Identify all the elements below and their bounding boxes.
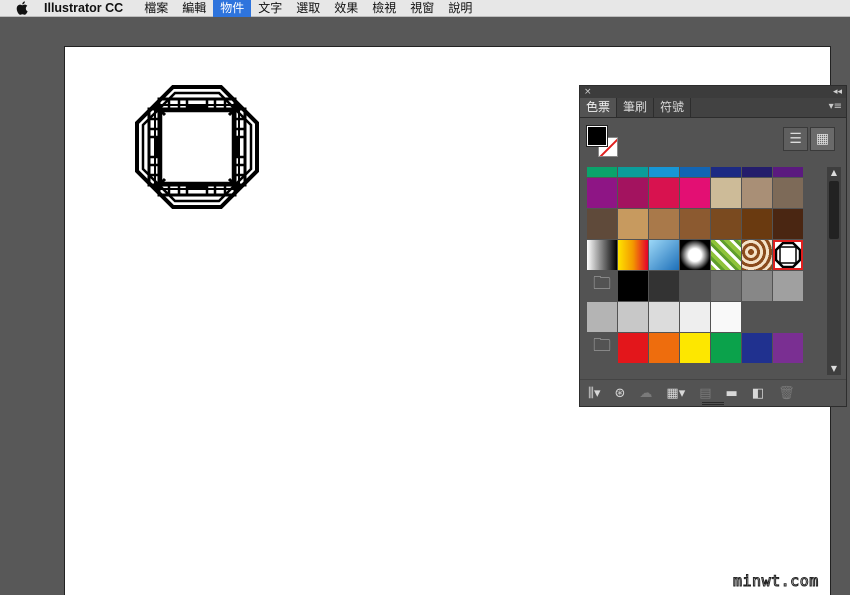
swatch[interactable] bbox=[773, 209, 803, 239]
scroll-up-icon[interactable]: ▲ bbox=[827, 167, 841, 179]
swatch[interactable] bbox=[680, 240, 710, 270]
swatch-scrollbar[interactable]: ▲ ▼ bbox=[827, 167, 841, 375]
menu-help[interactable]: 說明 bbox=[441, 0, 479, 17]
apple-icon[interactable] bbox=[0, 0, 44, 17]
swatch[interactable] bbox=[742, 333, 772, 363]
swatch[interactable] bbox=[587, 302, 617, 332]
watermark: minwt.com bbox=[733, 572, 819, 591]
menu-window[interactable]: 視窗 bbox=[403, 0, 441, 17]
swatch[interactable] bbox=[773, 178, 803, 208]
swatch-kinds-icon[interactable]: ⊛ bbox=[615, 386, 626, 401]
swatch[interactable] bbox=[649, 271, 679, 301]
swatch[interactable] bbox=[711, 178, 741, 208]
swatch[interactable] bbox=[680, 178, 710, 208]
new-swatch-icon[interactable]: ◧ bbox=[752, 386, 764, 401]
menu-effect[interactable]: 效果 bbox=[327, 0, 365, 17]
swatch-row: 🗀 bbox=[587, 271, 807, 301]
swatch-row bbox=[587, 302, 807, 332]
swatch[interactable] bbox=[711, 271, 741, 301]
scroll-thumb[interactable] bbox=[829, 181, 839, 239]
swatch[interactable] bbox=[711, 333, 741, 363]
swatch[interactable] bbox=[711, 167, 741, 177]
resize-grip[interactable] bbox=[702, 402, 724, 405]
menu-file[interactable]: 檔案 bbox=[137, 0, 175, 17]
swatch-folder-icon[interactable]: 🗀 bbox=[587, 333, 617, 363]
swatch[interactable] bbox=[618, 167, 648, 177]
new-folder-icon[interactable]: ▬ bbox=[726, 386, 738, 401]
library-icon[interactable]: ⫼▾ bbox=[588, 386, 601, 401]
swatches-panel: × ◂◂ 色票 筆刷 符號 ▾≡ ☰ ▦ 🗀 🗀 ▲ ▼ ⫼▾ ⊛ ☁ ▦▾ ▤ ▬ ◧ 🗑 bbox=[579, 85, 847, 407]
octagon-frame-artwork[interactable] bbox=[135, 85, 259, 209]
menu-object[interactable]: 物件 bbox=[213, 0, 252, 17]
swatch[interactable] bbox=[587, 240, 617, 270]
swatch-options-icon[interactable]: ▤ bbox=[699, 386, 711, 401]
swatch[interactable] bbox=[742, 271, 772, 301]
cloud-icon[interactable]: ☁ bbox=[639, 386, 652, 401]
swatch[interactable] bbox=[618, 333, 648, 363]
app-name-menu[interactable]: Illustrator CC bbox=[44, 1, 123, 15]
swatch[interactable] bbox=[618, 302, 648, 332]
swatch[interactable] bbox=[618, 271, 648, 301]
panel-menu-icon[interactable]: ▾≡ bbox=[829, 101, 842, 112]
tab-swatches[interactable]: 色票 bbox=[580, 98, 618, 117]
fill-stroke-control[interactable] bbox=[586, 125, 621, 160]
swatch[interactable] bbox=[711, 302, 741, 332]
swatch[interactable] bbox=[649, 240, 679, 270]
trash-icon[interactable]: 🗑 bbox=[778, 386, 795, 401]
swatch[interactable] bbox=[587, 167, 617, 177]
swatch[interactable] bbox=[773, 333, 803, 363]
swatch-grid: 🗀 🗀 bbox=[587, 167, 807, 375]
menu-type[interactable]: 文字 bbox=[251, 0, 289, 17]
swatch[interactable] bbox=[587, 178, 617, 208]
swatch-row: 🗀 bbox=[587, 333, 807, 363]
swatch[interactable] bbox=[773, 271, 803, 301]
swatch[interactable] bbox=[680, 302, 710, 332]
swatch[interactable] bbox=[680, 209, 710, 239]
swatch[interactable] bbox=[649, 178, 679, 208]
swatch[interactable] bbox=[649, 333, 679, 363]
swatch[interactable] bbox=[618, 178, 648, 208]
menu-view[interactable]: 檢視 bbox=[365, 0, 403, 17]
swatch[interactable] bbox=[711, 240, 741, 270]
close-icon[interactable]: × bbox=[584, 87, 592, 97]
swatch[interactable] bbox=[773, 167, 803, 177]
swatch[interactable] bbox=[680, 271, 710, 301]
swatch-row bbox=[587, 178, 807, 208]
new-color-group-icon[interactable]: ▦▾ bbox=[666, 386, 685, 401]
swatch[interactable] bbox=[680, 167, 710, 177]
tab-symbols[interactable]: 符號 bbox=[654, 98, 692, 117]
swatch[interactable] bbox=[649, 209, 679, 239]
swatch-row bbox=[587, 167, 807, 177]
swatch-folder-icon[interactable]: 🗀 bbox=[587, 271, 617, 301]
swatch[interactable] bbox=[773, 240, 803, 270]
scroll-down-icon[interactable]: ▼ bbox=[827, 363, 841, 375]
thumbnail-view-icon[interactable]: ▦ bbox=[810, 127, 835, 151]
panel-tabs: 色票 筆刷 符號 ▾≡ bbox=[580, 98, 846, 118]
list-view-icon[interactable]: ☰ bbox=[783, 127, 808, 151]
panel-title-bar[interactable]: × ◂◂ bbox=[580, 86, 846, 98]
swatch-row bbox=[587, 209, 807, 239]
swatch-row bbox=[587, 240, 807, 270]
menu-select[interactable]: 選取 bbox=[289, 0, 327, 17]
swatch[interactable] bbox=[742, 178, 772, 208]
fill-swatch[interactable] bbox=[586, 125, 608, 147]
swatch[interactable] bbox=[649, 167, 679, 177]
swatch[interactable] bbox=[742, 209, 772, 239]
swatch[interactable] bbox=[587, 209, 617, 239]
swatch[interactable] bbox=[618, 240, 648, 270]
menu-bar: Illustrator CC 檔案 編輯 物件 文字 選取 效果 檢視 視窗 說… bbox=[0, 0, 850, 17]
swatch[interactable] bbox=[742, 240, 772, 270]
swatch[interactable] bbox=[618, 209, 648, 239]
swatch[interactable] bbox=[649, 302, 679, 332]
tab-brushes[interactable]: 筆刷 bbox=[617, 98, 655, 117]
swatch[interactable] bbox=[742, 167, 772, 177]
menu-edit[interactable]: 編輯 bbox=[175, 0, 213, 17]
swatch[interactable] bbox=[711, 209, 741, 239]
swatch[interactable] bbox=[680, 333, 710, 363]
collapse-icon[interactable]: ◂◂ bbox=[833, 87, 842, 97]
